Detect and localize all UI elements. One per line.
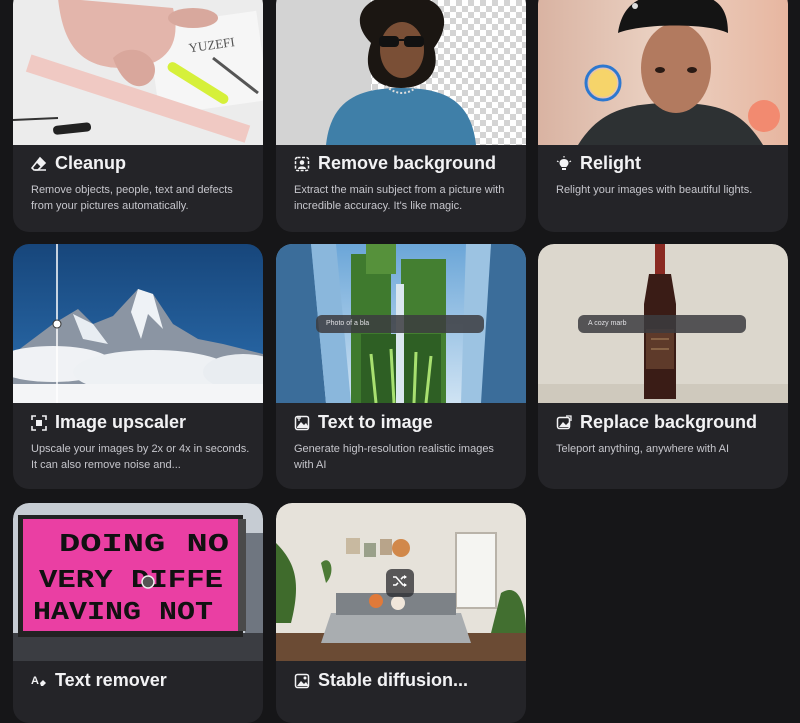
image-upscaler-description: Upscale your images by 2x or 4x in secon…	[31, 443, 250, 471]
cleanup-thumbnail: YUZEFI	[13, 0, 263, 145]
stable-diffusion-title: Stable diffusion...	[294, 670, 468, 691]
remove-background-title: Remove background	[294, 153, 496, 174]
image-icon	[294, 673, 310, 689]
remove-background-thumbnail	[276, 0, 526, 145]
relight-description: Relight your images with beautiful light…	[556, 184, 753, 196]
text-remover-title-text: Text remover	[55, 670, 167, 690]
replace-background-thumbnail: A cozy marb	[538, 244, 788, 403]
billboard-line-2: VERY DIFFE	[39, 565, 223, 595]
text-remover-title: A Text remover	[31, 670, 167, 691]
tool-card-text-remover[interactable]: DOING NO VERY DIFFE HAVING NOT A Text re…	[13, 503, 263, 723]
lightbulb-icon	[556, 155, 572, 172]
remove-background-title-text: Remove background	[318, 153, 497, 173]
image-upscaler-title-text: Image upscaler	[55, 412, 187, 432]
tool-card-remove-background[interactable]: Remove background Extract the main subje…	[276, 0, 526, 232]
text-to-image-prompt-field: Photo of a bla	[316, 315, 484, 333]
tool-card-relight[interactable]: Relight Relight your images with beautif…	[538, 0, 788, 232]
replace-background-prompt-field: A cozy marb	[578, 315, 746, 333]
image-upscaler-title: Image upscaler	[31, 412, 186, 433]
replace-background-title-text: Replace background	[580, 412, 758, 432]
relight-thumbnail	[538, 0, 788, 145]
replace-background-description: Teleport anything, anywhere with AI	[556, 443, 730, 455]
stable-diffusion-title-text: Stable diffusion...	[318, 670, 469, 690]
shuffle-icon	[391, 572, 409, 595]
text-to-image-description: Generate high-resolution realistic image…	[294, 443, 494, 471]
cutout-icon	[294, 156, 310, 172]
cleanup-description: Remove objects, people, text and defects…	[31, 184, 233, 212]
svg-text:A: A	[31, 675, 39, 687]
tool-card-stable-diffusion[interactable]: Stable diffusion...	[276, 503, 526, 723]
tool-card-image-upscaler[interactable]: Image upscaler Upscale your images by 2x…	[13, 244, 263, 489]
text-remover-thumbnail: DOING NO VERY DIFFE HAVING NOT	[13, 503, 263, 661]
cleanup-title: Cleanup	[31, 153, 126, 174]
replace-background-prompt-text: A cozy marb	[588, 320, 627, 327]
text-to-image-title-text: Text to image	[318, 412, 433, 432]
text-to-image-thumbnail: Photo of a bla	[276, 244, 526, 403]
relight-title-text: Relight	[580, 153, 641, 173]
tool-card-text-to-image[interactable]: Photo of a bla Text to image Generate hi…	[276, 244, 526, 489]
replace-image-icon	[556, 414, 572, 431]
text-erase-icon: A	[31, 673, 47, 689]
remove-background-description: Extract the main subject from a picture …	[294, 184, 505, 212]
upscale-frame-icon	[31, 414, 47, 431]
text-to-image-title: Text to image	[294, 412, 433, 433]
billboard-line-1: DOING NO	[59, 529, 229, 559]
tool-card-replace-background[interactable]: A cozy marb Replace background Teleport …	[538, 244, 788, 489]
image-upscaler-thumbnail	[13, 244, 263, 403]
billboard-line-3: HAVING NOT	[33, 597, 213, 627]
relight-title: Relight	[556, 153, 641, 174]
stable-diffusion-thumbnail	[276, 503, 526, 661]
replace-background-title: Replace background	[556, 412, 757, 433]
cleanup-title-text: Cleanup	[55, 153, 127, 173]
eraser-icon	[31, 156, 47, 172]
tool-card-cleanup[interactable]: YUZEFI Cleanup Remove objects, people, t…	[13, 0, 263, 232]
shuffle-button[interactable]	[386, 569, 414, 597]
text-to-image-prompt-text: Photo of a bla	[326, 320, 370, 327]
image-text-icon	[294, 415, 310, 431]
